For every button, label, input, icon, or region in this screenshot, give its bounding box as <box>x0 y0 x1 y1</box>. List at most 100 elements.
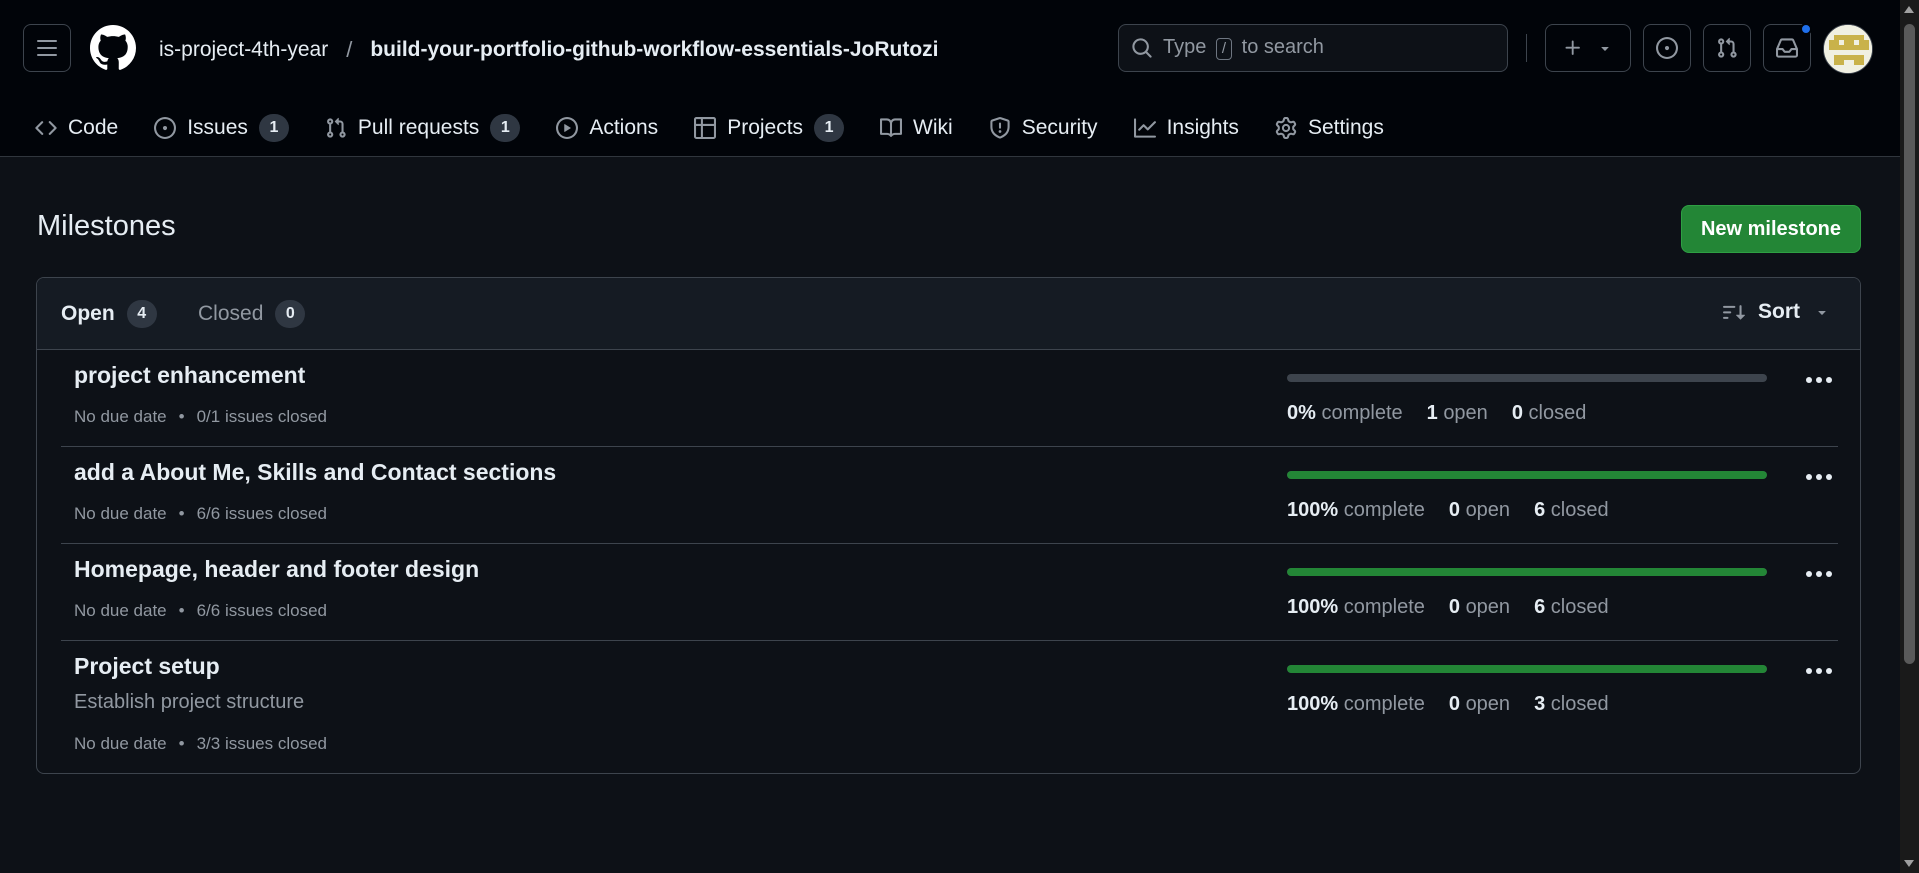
stat-open: 0 <box>1448 499 1460 521</box>
closed-filter-label: Closed <box>198 302 264 325</box>
tab-projects-count: 1 <box>814 114 845 142</box>
page: is-project-4th-year / build-your-portfol… <box>0 0 1919 873</box>
create-new-button[interactable] <box>1545 24 1631 72</box>
hamburger-menu-button[interactable] <box>23 24 71 72</box>
github-logo-icon[interactable] <box>90 25 136 71</box>
pull-requests-button[interactable] <box>1703 24 1751 72</box>
search-placeholder-prefix: Type <box>1163 36 1207 58</box>
sort-desc-icon <box>1723 305 1746 320</box>
table-icon <box>694 117 717 139</box>
stat-percent: 0% <box>1287 402 1316 424</box>
milestone-title-link[interactable]: add a About Me, Skills and Contact secti… <box>74 459 556 486</box>
milestones-box: Open 4 Closed 0 Sort project enhancement… <box>36 277 1861 774</box>
tab-actions-label: Actions <box>589 116 659 139</box>
milestone-issues-closed: 0/1 issues closed <box>196 407 327 426</box>
milestone-stats: 100% complete 0 open 6 closed <box>1287 499 1609 522</box>
stat-percent: 100% <box>1287 499 1339 521</box>
tab-security[interactable]: Security <box>989 108 1098 148</box>
milestone-row: Homepage, header and footer design No du… <box>61 544 1838 641</box>
stat-open: 0 <box>1448 693 1460 715</box>
milestone-more-button[interactable] <box>1801 463 1837 491</box>
stat-complete-label: complete <box>1343 693 1425 715</box>
breadcrumb: is-project-4th-year / build-your-portfol… <box>159 36 938 64</box>
gear-icon <box>1275 117 1297 139</box>
search-shortcut-key: / <box>1215 38 1233 60</box>
milestone-row: add a About Me, Skills and Contact secti… <box>61 447 1838 544</box>
issues-button[interactable] <box>1643 24 1691 72</box>
repo-nav-tabs: Code Issues 1 Pull requests 1 Actions Pr… <box>0 100 1900 156</box>
stat-percent: 100% <box>1287 693 1339 715</box>
tab-wiki[interactable]: Wiki <box>880 108 953 148</box>
meta-bullet: • <box>178 407 185 426</box>
breadcrumb-repo-link[interactable]: build-your-portfolio-github-workflow-ess… <box>370 38 938 62</box>
tab-actions[interactable]: Actions <box>556 108 658 148</box>
page-title: Milestones <box>37 210 176 242</box>
stat-closed: 3 <box>1534 693 1546 715</box>
scrollbar-thumb[interactable] <box>1904 24 1915 664</box>
tab-pull-requests-count: 1 <box>490 114 521 142</box>
tab-projects-label: Projects <box>727 116 804 139</box>
git-pull-request-icon <box>326 117 346 138</box>
stat-percent: 100% <box>1287 596 1339 618</box>
milestone-due-date: No due date <box>74 601 167 620</box>
milestone-more-button[interactable] <box>1801 366 1837 394</box>
milestone-title-link[interactable]: Homepage, header and footer design <box>74 556 479 583</box>
milestone-more-button[interactable] <box>1801 560 1837 588</box>
milestone-stats: 0% complete 1 open 0 closed <box>1287 402 1586 425</box>
stat-complete-label: complete <box>1321 402 1403 424</box>
header-divider <box>1526 34 1527 62</box>
tab-issues-label: Issues <box>187 116 248 139</box>
tab-settings[interactable]: Settings <box>1275 108 1384 148</box>
open-filter[interactable]: Open 4 <box>61 300 157 328</box>
closed-count: 0 <box>275 300 306 328</box>
notification-indicator <box>1800 23 1812 35</box>
open-count: 4 <box>126 300 157 328</box>
tab-insights-label: Insights <box>1166 116 1239 139</box>
stat-closed-label: closed <box>1550 499 1609 521</box>
search-icon <box>1132 38 1152 58</box>
avatar-identicon <box>1824 25 1872 73</box>
scroll-down-arrow-icon[interactable] <box>1904 860 1914 867</box>
avatar[interactable] <box>1823 24 1873 74</box>
closed-filter[interactable]: Closed 0 <box>198 300 306 328</box>
milestone-meta: No due date • 6/6 issues closed <box>74 601 327 621</box>
stat-closed-label: closed <box>1550 693 1609 715</box>
milestone-more-button[interactable] <box>1801 657 1837 685</box>
milestone-row: Project setup Establish project structur… <box>61 641 1838 773</box>
search-input[interactable]: Type / to search <box>1118 24 1508 72</box>
scroll-up-arrow-icon[interactable] <box>1904 6 1914 13</box>
tab-projects[interactable]: Projects 1 <box>694 108 845 148</box>
new-milestone-button[interactable]: New milestone <box>1681 205 1861 253</box>
tab-issues[interactable]: Issues 1 <box>154 108 289 148</box>
stat-closed: 0 <box>1511 402 1523 424</box>
milestone-title-link[interactable]: project enhancement <box>74 362 305 389</box>
milestone-row: project enhancement No due date • 0/1 is… <box>61 350 1838 447</box>
milestone-due-date: No due date <box>74 504 167 523</box>
graph-icon <box>1133 118 1156 138</box>
stat-complete-label: complete <box>1343 596 1425 618</box>
progress-fill <box>1287 471 1767 479</box>
kebab-horizontal-icon <box>1806 474 1832 480</box>
stat-closed-label: closed <box>1550 596 1609 618</box>
breadcrumb-owner-link[interactable]: is-project-4th-year <box>159 38 328 62</box>
tab-pull-requests-label: Pull requests <box>357 116 480 139</box>
sort-dropdown[interactable]: Sort <box>1722 300 1830 324</box>
page-scrollbar[interactable] <box>1900 0 1919 873</box>
tab-code[interactable]: Code <box>35 108 118 148</box>
tab-security-label: Security <box>1021 116 1098 139</box>
milestones-box-header: Open 4 Closed 0 Sort <box>37 278 1860 350</box>
stat-open: 1 <box>1426 402 1438 424</box>
meta-bullet: • <box>178 504 185 523</box>
milestone-due-date: No due date <box>74 734 167 753</box>
issue-opened-icon <box>154 117 177 139</box>
git-pull-request-icon <box>1718 37 1737 58</box>
tab-pull-requests[interactable]: Pull requests 1 <box>325 108 521 148</box>
stat-closed: 6 <box>1534 596 1546 618</box>
stat-open-label: open <box>1443 402 1488 424</box>
milestone-progress-bar <box>1287 568 1767 576</box>
book-icon <box>880 118 903 137</box>
tab-insights[interactable]: Insights <box>1133 108 1239 148</box>
milestone-meta: No due date • 0/1 issues closed <box>74 407 327 427</box>
milestone-stats: 100% complete 0 open 6 closed <box>1287 596 1609 619</box>
milestone-title-link[interactable]: Project setup <box>74 653 220 680</box>
